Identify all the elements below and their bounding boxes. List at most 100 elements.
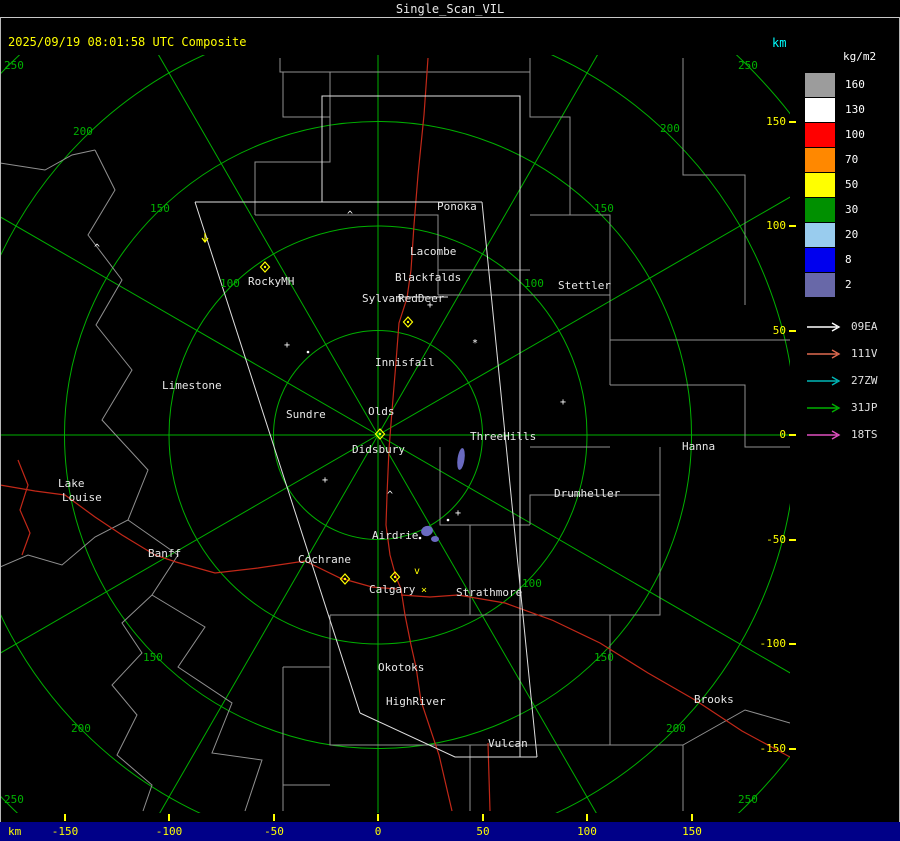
range-label: 150 bbox=[594, 202, 614, 215]
x-axis-tick bbox=[377, 814, 379, 821]
scan-timestamp: 2025/09/19 08:01:58 UTC Composite bbox=[8, 35, 247, 49]
title-bar: Single_Scan_VIL bbox=[0, 0, 900, 18]
y-axis-tick bbox=[789, 434, 796, 436]
vil-scale-entry: 130 bbox=[805, 97, 900, 122]
city-label-lake: Lake bbox=[58, 477, 85, 490]
storm-cell-asterisk: * bbox=[472, 338, 478, 349]
city-label-banff: Banff bbox=[148, 547, 181, 560]
x-axis-tick-label: -50 bbox=[264, 825, 284, 838]
city-label-innisfail: Innisfail bbox=[375, 356, 435, 369]
city-label-sylvan: Sylvan bbox=[362, 292, 402, 305]
city-label-drumheller: Drumheller bbox=[554, 487, 621, 500]
storm-cell-plus: + bbox=[560, 397, 566, 408]
city-label-blackfalds: Blackfalds bbox=[395, 271, 461, 284]
vil-value-label: 2 bbox=[845, 278, 852, 291]
radar-site-dot bbox=[406, 320, 410, 324]
y-axis-tick-label: -150 bbox=[759, 742, 787, 755]
vil-value-label: 160 bbox=[845, 78, 865, 91]
city-label-olds: Olds bbox=[368, 405, 395, 418]
storm-cell-caret: ^ bbox=[347, 210, 353, 221]
radar-site-dot bbox=[263, 265, 267, 269]
vil-value-label: 20 bbox=[845, 228, 859, 241]
range-label: 100 bbox=[522, 577, 542, 590]
storm-cell-plus: + bbox=[455, 508, 461, 519]
x-axis-tick-label: -150 bbox=[51, 825, 79, 838]
x-axis-bar bbox=[0, 822, 900, 841]
range-label: 200 bbox=[71, 722, 91, 735]
city-label-strathmore: Strathmore bbox=[456, 586, 522, 599]
radar-legend-entry: 18TS bbox=[805, 421, 900, 448]
storm-cell-dot bbox=[446, 518, 450, 522]
vil-swatch-30 bbox=[805, 197, 835, 222]
vil-swatch-70 bbox=[805, 147, 835, 172]
city-label-okotoks: Okotoks bbox=[378, 661, 424, 674]
city-label-brooks: Brooks bbox=[694, 693, 734, 706]
range-label: 150 bbox=[143, 651, 163, 664]
city-label-airdrie: Airdrie bbox=[372, 529, 418, 542]
city-label-lacombe: Lacombe bbox=[410, 245, 456, 258]
city-label-vulcan: Vulcan bbox=[488, 737, 528, 750]
legend-panel: kg/m2 160 130 100 70 50 30 20 8 2 09EA 111V 27ZW 31… bbox=[805, 50, 900, 448]
range-label: 200 bbox=[666, 722, 686, 735]
radar-arrow-icon bbox=[807, 375, 841, 386]
vil-scale-entry: 30 bbox=[805, 197, 900, 222]
vil-scale-entry: 50 bbox=[805, 172, 900, 197]
x-axis-tick bbox=[586, 814, 588, 821]
vil-scale-entry: 8 bbox=[805, 247, 900, 272]
vil-swatch-2 bbox=[805, 272, 835, 297]
storm-cell-plus: + bbox=[284, 340, 290, 351]
city-label-limestone: Limestone bbox=[162, 379, 222, 392]
x-axis-tick bbox=[691, 814, 693, 821]
vil-swatch-20 bbox=[805, 222, 835, 247]
radar-map: 100 150 200 250 100 150 200 250 150 200 250 100 150 2… bbox=[0, 55, 790, 813]
legend-unit-label: kg/m2 bbox=[843, 50, 877, 63]
radar-site-dot bbox=[343, 577, 347, 581]
radar-id-label: 27ZW bbox=[851, 374, 878, 387]
range-label: 200 bbox=[73, 125, 93, 138]
vil-swatch-100 bbox=[805, 122, 835, 147]
range-label: 250 bbox=[738, 793, 758, 806]
vil-scale-entry: 160 bbox=[805, 72, 900, 97]
city-label-rockymh: RockyMH bbox=[248, 275, 294, 288]
city-label-louise: Louise bbox=[62, 491, 102, 504]
vil-swatch-160 bbox=[805, 72, 835, 97]
window-title: Single_Scan_VIL bbox=[395, 1, 505, 16]
x-axis-tick-label: 150 bbox=[682, 825, 702, 838]
y-axis-tick-label: 50 bbox=[772, 324, 786, 337]
vil-value-label: 8 bbox=[845, 253, 852, 266]
storm-cell-caret: ^ bbox=[387, 490, 393, 501]
range-label: 150 bbox=[594, 651, 614, 664]
radar-site-dot bbox=[393, 575, 397, 579]
left-border bbox=[0, 17, 1, 841]
y-axis-tick bbox=[789, 748, 796, 750]
radar-site-legend: 09EA 111V 27ZW 31JP 18TS bbox=[805, 313, 900, 448]
y-axis-tick bbox=[789, 330, 796, 332]
storm-cell-dot bbox=[418, 536, 422, 540]
x-axis-tick-label: 100 bbox=[577, 825, 597, 838]
range-label: 100 bbox=[524, 277, 544, 290]
x-axis-tick-label: 50 bbox=[476, 825, 490, 838]
city-label-reddeer: RedDeer bbox=[398, 292, 445, 305]
city-label-stettler: Stettler bbox=[558, 279, 611, 292]
y-axis-tick-label: -100 bbox=[759, 637, 787, 650]
storm-cell-caret: ^ bbox=[94, 243, 100, 254]
x-axis-unit: km bbox=[8, 825, 22, 838]
radar-id-label: 31JP bbox=[851, 401, 878, 414]
vil-scale-entry: 70 bbox=[805, 147, 900, 172]
city-label-calgary: Calgary bbox=[369, 583, 416, 596]
y-axis-tick bbox=[789, 121, 796, 123]
city-label-didsbury: Didsbury bbox=[352, 443, 405, 456]
y-axis-tick-label: 100 bbox=[766, 219, 786, 232]
x-axis-tick-label: -100 bbox=[155, 825, 183, 838]
radar-legend-entry: 111V bbox=[805, 340, 900, 367]
radar-id-label: 09EA bbox=[851, 320, 878, 333]
city-label-cochrane: Cochrane bbox=[298, 553, 351, 566]
vil-swatch-130 bbox=[805, 97, 835, 122]
radar-viewer-window: Single_Scan_VIL 2025/09/19 08:01:58 UTC … bbox=[0, 0, 900, 841]
radar-arrow-icon bbox=[807, 429, 841, 440]
x-axis-tick bbox=[64, 814, 66, 821]
x-axis-tick-label: 0 bbox=[374, 825, 382, 838]
y-axis-tick-label: 0 bbox=[779, 428, 786, 441]
vil-color-scale: 160 130 100 70 50 30 20 8 2 bbox=[805, 72, 900, 297]
vil-scale-entry: 100 bbox=[805, 122, 900, 147]
